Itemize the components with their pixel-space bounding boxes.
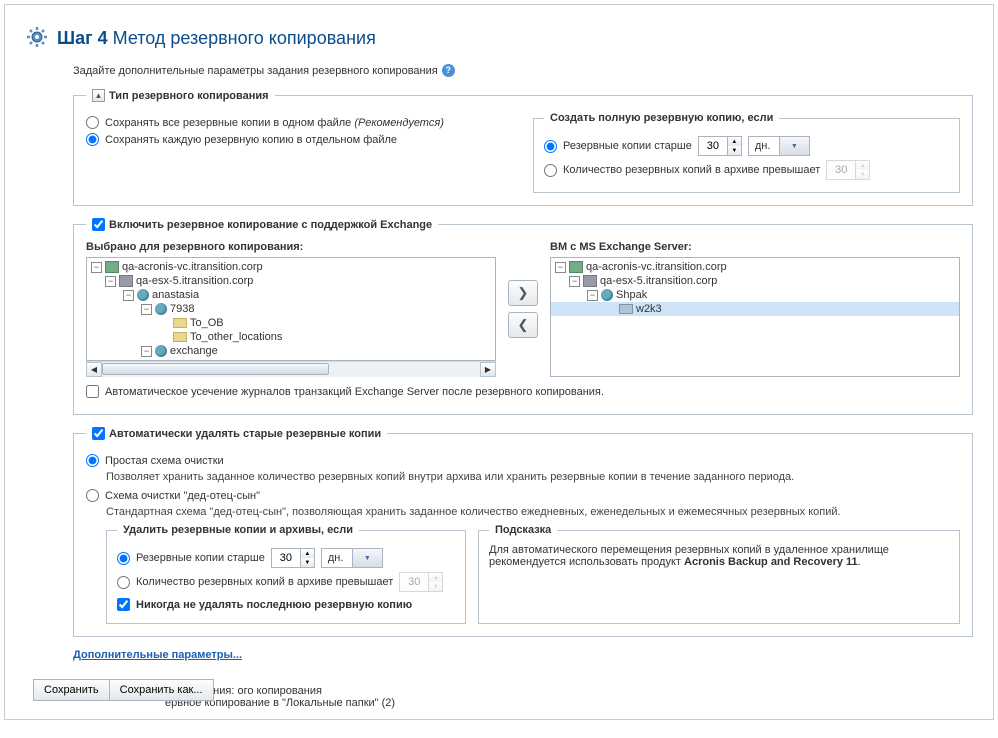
host-icon bbox=[105, 261, 119, 273]
more-params-link[interactable]: Дополнительные параметры... bbox=[73, 649, 242, 661]
tree-collapse-icon[interactable]: − bbox=[587, 290, 598, 301]
never-delete-last-check[interactable]: Никогда не удалять последнюю резервную к… bbox=[117, 598, 455, 611]
tree-collapse-icon[interactable]: − bbox=[569, 276, 580, 287]
scroll-left-icon[interactable]: ◀ bbox=[86, 362, 102, 377]
right-tree[interactable]: −qa-acronis-vc.itransition.corp −qa-esx-… bbox=[550, 257, 960, 377]
subtitle-text: Задайте дополнительные параметры задания… bbox=[73, 65, 438, 77]
move-left-button[interactable]: ❮ bbox=[508, 312, 538, 338]
gfs-desc: Стандартная схема "дед-отец-сын", позвол… bbox=[106, 506, 960, 518]
radio-full-count[interactable]: Количество резервных копий в архиве прев… bbox=[544, 160, 949, 180]
full-count-value: ▲▼ bbox=[826, 160, 870, 180]
exchange-group: Включить резервное копирование с поддерж… bbox=[73, 218, 973, 415]
tree-collapse-icon[interactable]: − bbox=[105, 276, 116, 287]
cleanup-enable-check[interactable] bbox=[92, 427, 105, 440]
scroll-thumb[interactable] bbox=[102, 363, 329, 375]
simple-desc: Позволяет хранить заданное количество ре… bbox=[106, 471, 960, 483]
radio-separate-files[interactable]: Сохранять каждую резервную копию в отдел… bbox=[86, 133, 513, 146]
delete-rules-group: Удалить резервные копии и архивы, если Р… bbox=[106, 524, 466, 624]
right-tree-label: ВМ с MS Exchange Server: bbox=[550, 241, 960, 253]
scrollbar[interactable]: ◀ ▶ bbox=[86, 361, 496, 377]
host-icon bbox=[569, 261, 583, 273]
delete-count-value: ▲▼ bbox=[399, 572, 443, 592]
left-tree[interactable]: −qa-acronis-vc.itransition.corp −qa-esx-… bbox=[86, 257, 496, 361]
server-icon bbox=[583, 275, 597, 287]
save-button[interactable]: Сохранить bbox=[33, 679, 110, 701]
save-as-button[interactable]: Сохранить как... bbox=[109, 679, 214, 701]
truncate-logs-check[interactable]: Автоматическое усечение журналов транзак… bbox=[86, 385, 960, 398]
vm-icon bbox=[137, 289, 149, 301]
move-right-button[interactable]: ❯ bbox=[508, 280, 538, 306]
tree-item-selected[interactable]: w2k3 bbox=[551, 302, 959, 316]
full-older-value[interactable]: ▲▼ bbox=[698, 136, 742, 156]
full-copy-group: Создать полную резервную копию, если Рез… bbox=[533, 112, 960, 193]
folder-icon bbox=[173, 318, 187, 328]
radio-single-file[interactable]: Сохранять все резервные копии в одном фа… bbox=[86, 116, 513, 129]
hint-box: Подсказка Для автоматического перемещени… bbox=[478, 524, 960, 624]
radio-full-older[interactable]: Резервные копии старше ▲▼ дн. bbox=[544, 136, 949, 156]
vm-icon bbox=[601, 289, 613, 301]
disk-icon bbox=[619, 304, 633, 314]
left-tree-label: Выбрано для резервного копирования: bbox=[86, 241, 496, 253]
page-title: Шаг 4 Метод резервного копирования bbox=[57, 28, 376, 49]
delete-older-unit[interactable]: дн. bbox=[321, 548, 383, 568]
cleanup-group: Автоматически удалять старые резервные к… bbox=[73, 427, 973, 637]
help-icon[interactable]: ? bbox=[442, 64, 455, 77]
radio-simple-scheme[interactable]: Простая схема очистки bbox=[86, 454, 960, 467]
spin-down[interactable]: ▼ bbox=[727, 146, 741, 155]
vm-icon bbox=[155, 303, 167, 315]
scroll-right-icon[interactable]: ▶ bbox=[480, 362, 496, 377]
spin-down[interactable]: ▼ bbox=[300, 558, 314, 567]
tree-collapse-icon[interactable]: − bbox=[141, 304, 152, 315]
radio-gfs-scheme[interactable]: Схема очистки "дед-отец-сын" bbox=[86, 489, 960, 502]
collapse-icon[interactable]: ▲ bbox=[92, 89, 105, 102]
backup-type-group: ▲ Тип резервного копирования Сохранять в… bbox=[73, 89, 973, 206]
radio-delete-count[interactable]: Количество резервных копий в архиве прев… bbox=[117, 572, 455, 592]
tree-collapse-icon[interactable]: − bbox=[91, 262, 102, 273]
gear-icon bbox=[25, 25, 49, 52]
delete-older-value[interactable]: ▲▼ bbox=[271, 548, 315, 568]
spin-up[interactable]: ▲ bbox=[727, 137, 741, 146]
full-older-unit[interactable]: дн. bbox=[748, 136, 810, 156]
server-icon bbox=[119, 275, 133, 287]
spin-up[interactable]: ▲ bbox=[300, 549, 314, 558]
tree-collapse-icon[interactable]: − bbox=[141, 346, 152, 357]
exchange-enable-check[interactable] bbox=[92, 218, 105, 231]
tree-collapse-icon[interactable]: − bbox=[555, 262, 566, 273]
folder-icon bbox=[173, 332, 187, 342]
vm-icon bbox=[155, 345, 167, 357]
radio-delete-older[interactable]: Резервные копии старше ▲▼ дн. bbox=[117, 548, 455, 568]
tree-collapse-icon[interactable]: − bbox=[123, 290, 134, 301]
